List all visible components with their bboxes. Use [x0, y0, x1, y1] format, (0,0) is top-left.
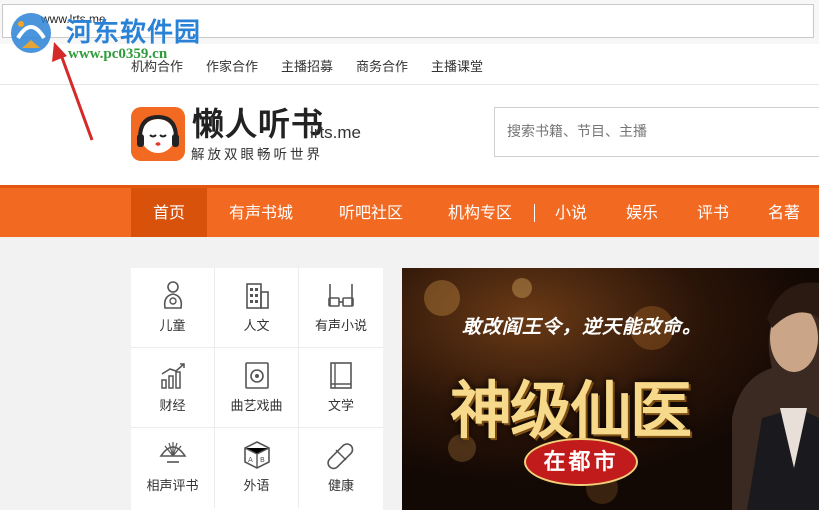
- category-finance[interactable]: 财经: [131, 348, 215, 428]
- top-link-anchor-class[interactable]: 主播课堂: [431, 56, 483, 75]
- category-label: 外语: [243, 479, 270, 494]
- nav-organization[interactable]: 机构专区: [437, 188, 523, 237]
- nav-novel[interactable]: 小说: [546, 188, 596, 237]
- building-icon: [246, 283, 269, 309]
- category-label: 儿童: [159, 319, 186, 334]
- banner-slogan: 敢改阎王令，逆天能改命。: [462, 316, 703, 338]
- nav-entertainment[interactable]: 娱乐: [617, 188, 667, 237]
- top-link-author[interactable]: 作家合作: [206, 56, 258, 75]
- watermark-logo-icon: [11, 13, 51, 53]
- category-label: 有声小说: [314, 319, 367, 334]
- baby-icon: [163, 281, 183, 309]
- top-link-business[interactable]: 商务合作: [356, 56, 408, 75]
- category-label: 健康: [327, 479, 354, 494]
- book-icon: [330, 362, 352, 389]
- logo-title[interactable]: 懒人听书: [192, 99, 324, 145]
- main-nav: 首页 有声书城 听吧社区 机构专区 小说 娱乐 评书 名著: [0, 185, 819, 237]
- abc-cube-icon: A B: [244, 441, 270, 469]
- nav-audio-books[interactable]: 有声书城: [218, 188, 304, 237]
- category-label: 人文: [243, 319, 270, 334]
- svg-text:A: A: [248, 456, 253, 464]
- category-label: 财经: [159, 399, 186, 414]
- banner-subtitle: 在都市: [524, 438, 638, 486]
- search-input[interactable]: [494, 107, 819, 157]
- logo-slogan: 解放双眼畅听世界: [191, 147, 323, 163]
- fan-icon: [159, 442, 187, 463]
- nav-home[interactable]: 首页: [131, 188, 207, 237]
- category-children[interactable]: 儿童: [131, 268, 215, 348]
- category-literature[interactable]: 文学: [299, 348, 383, 428]
- watermark-name: 河东软件园: [66, 18, 202, 48]
- category-crosstalk[interactable]: 相声评书: [131, 428, 215, 508]
- logo-domain: lrts.me: [310, 123, 361, 142]
- category-opera[interactable]: 曲艺戏曲: [215, 348, 299, 428]
- category-label: 曲艺戏曲: [230, 399, 283, 414]
- watermark-url: www.pc0359.cn: [68, 46, 168, 62]
- nav-divider: [534, 204, 535, 222]
- lazy-headphone-logo-icon[interactable]: [131, 107, 185, 161]
- nav-community[interactable]: 听吧社区: [328, 188, 414, 237]
- category-health[interactable]: 健康: [299, 428, 383, 508]
- bar-chart-icon: [161, 363, 185, 389]
- site-header: 懒人听书 lrts.me 解放双眼畅听世界: [0, 85, 819, 185]
- glasses-icon: [328, 284, 354, 307]
- banner-title: 神级仙医: [450, 374, 692, 447]
- category-label: 文学: [327, 399, 354, 414]
- svg-text:B: B: [260, 456, 265, 464]
- category-label: 相声评书: [146, 479, 199, 494]
- category-foreign-language[interactable]: A B 外语: [215, 428, 299, 508]
- category-grid: 儿童 人文 有声小说 财经 曲艺戏曲 文学 相声评书 A B 外语 健康: [131, 268, 383, 510]
- pill-icon: [327, 443, 354, 470]
- promo-banner[interactable]: 敢改阎王令，逆天能改命。 神级仙医 在都市: [402, 268, 819, 510]
- nav-storytelling[interactable]: 评书: [688, 188, 738, 237]
- nav-classics[interactable]: 名著: [759, 188, 809, 237]
- speaker-icon: [245, 362, 269, 389]
- category-audio-novel[interactable]: 有声小说: [299, 268, 383, 348]
- top-link-anchor-recruit[interactable]: 主播招募: [281, 56, 333, 75]
- category-humanities[interactable]: 人文: [215, 268, 299, 348]
